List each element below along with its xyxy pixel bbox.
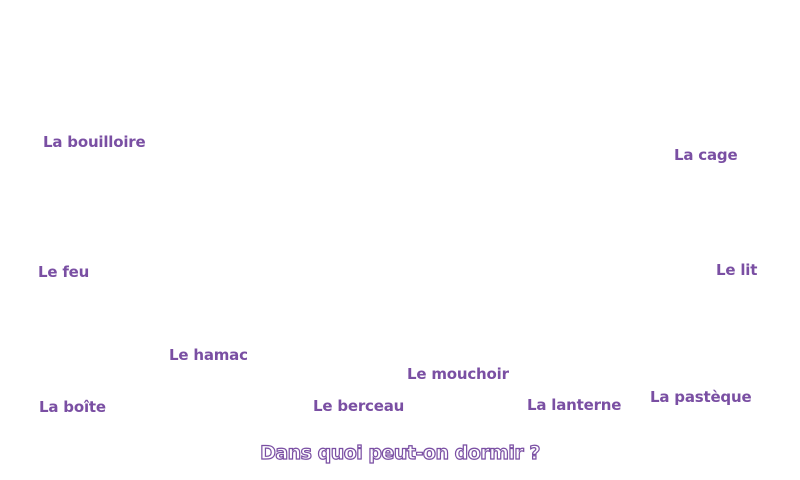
word-option-mouchoir[interactable]: Le mouchoir: [407, 367, 509, 382]
word-option-bouilloire[interactable]: La bouilloire: [43, 135, 146, 150]
word-option-pasteque[interactable]: La pastèque: [650, 390, 752, 405]
word-option-lanterne[interactable]: La lanterne: [527, 398, 621, 413]
word-option-boite[interactable]: La boîte: [39, 400, 106, 415]
question-prompt: Dans quoi peut-on dormir ?: [259, 442, 541, 464]
word-option-cage[interactable]: La cage: [674, 148, 738, 163]
word-option-feu[interactable]: Le feu: [38, 265, 89, 280]
game-stage: La bouilloire La cage Le feu Le lit Le h…: [0, 0, 800, 480]
word-option-lit[interactable]: Le lit: [716, 263, 757, 278]
word-option-hamac[interactable]: Le hamac: [169, 348, 248, 363]
word-option-berceau[interactable]: Le berceau: [313, 399, 404, 414]
